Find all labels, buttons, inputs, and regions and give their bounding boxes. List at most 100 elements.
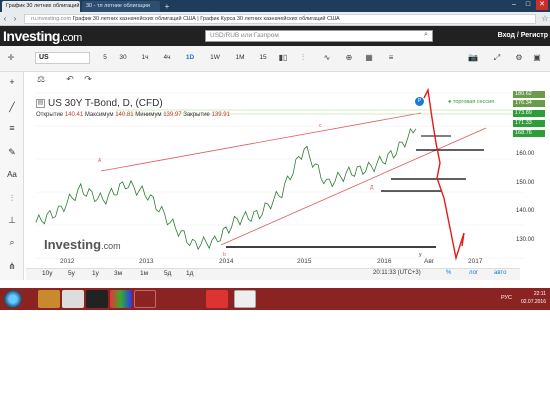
- app-icon[interactable]: [182, 290, 204, 308]
- y-tick: 130.00: [516, 237, 535, 243]
- minimize-icon[interactable]: –: [508, 0, 520, 10]
- chart-watermark: Investing.com: [44, 237, 121, 252]
- star-icon[interactable]: ☆: [540, 14, 550, 23]
- tab-inactive[interactable]: 30 - тл летние облигации: [82, 1, 160, 12]
- camera-icon[interactable]: 📷: [466, 51, 480, 65]
- percent-toggle[interactable]: %: [446, 270, 451, 276]
- tray-clock[interactable]: 22:11 02.07.2016: [521, 290, 546, 306]
- fullscreen-icon[interactable]: ⤢: [490, 51, 504, 65]
- price-badge: 173.89: [513, 110, 545, 117]
- text-tool-icon[interactable]: Aa: [4, 167, 20, 183]
- tab-label: 30 - тл летние облигации: [86, 3, 150, 9]
- hp-icon[interactable]: [134, 290, 156, 308]
- range-bar: 10у 5у 1у 3м 1м 5д 1д 20:11:33 (UTC+3) %…: [26, 268, 520, 280]
- compare-icon[interactable]: ⊕: [342, 51, 356, 65]
- wave-label: y: [419, 252, 422, 258]
- site-logo[interactable]: Investing.com: [0, 28, 82, 44]
- wave-label: Д: [370, 185, 374, 191]
- os-taskbar: РУС 22:11 02.07.2016: [0, 288, 550, 310]
- browser-window: График 30 летних облигаций 30 - тл летни…: [0, 0, 550, 310]
- price-badge: 168.76: [513, 130, 545, 137]
- zoom-icon[interactable]: ⌕: [4, 234, 20, 250]
- tab-label: График 30 летних облигаций: [6, 3, 80, 9]
- y-tick: 140.00: [516, 208, 535, 214]
- range-1y[interactable]: 1у: [92, 270, 99, 277]
- brush-tool-icon[interactable]: ✎: [4, 144, 20, 160]
- auto-toggle[interactable]: авто: [494, 270, 506, 276]
- price-badge: 176.34: [513, 100, 545, 107]
- y-tick: 160.00: [516, 151, 535, 157]
- forward-icon[interactable]: ›: [10, 14, 20, 23]
- crosshair-icon[interactable]: ✛: [4, 51, 18, 65]
- hline-tool-icon[interactable]: ≡: [4, 120, 20, 136]
- x-tick: 2017: [468, 258, 483, 265]
- app-icon[interactable]: [86, 290, 108, 308]
- fib-tool-icon[interactable]: ⫶: [4, 190, 20, 206]
- url-field[interactable]: ru.investing.com График 30 летних казнач…: [24, 13, 536, 24]
- templates-icon[interactable]: ▦: [362, 51, 376, 65]
- tf-1h[interactable]: 1ч: [138, 52, 152, 64]
- x-tick: 2012: [60, 258, 75, 265]
- range-1m[interactable]: 1м: [140, 270, 148, 277]
- url-title: График 30 летних казначейских облигаций …: [72, 15, 340, 22]
- maximize-icon[interactable]: □: [522, 0, 534, 10]
- price-series: [35, 127, 417, 251]
- alerts-icon[interactable]: ≡: [384, 51, 398, 65]
- app-icon[interactable]: [206, 290, 228, 308]
- save-icon[interactable]: ▣: [530, 51, 544, 65]
- line-tool-icon[interactable]: ╱: [4, 99, 20, 115]
- trend-line-lower: [220, 127, 487, 246]
- session-legend: ● торговая сессия: [448, 99, 495, 105]
- magnet-icon[interactable]: ⋔: [4, 258, 20, 274]
- ohlc-info: Открытие 140.41 Максимум 140.81 Минимум …: [36, 112, 230, 118]
- candles-icon[interactable]: ⫶: [296, 51, 310, 65]
- range-1d[interactable]: 1д: [186, 270, 193, 277]
- event-marker-icon[interactable]: P: [415, 97, 424, 106]
- symbol-input[interactable]: US: [35, 52, 90, 64]
- tf-5[interactable]: 5: [100, 52, 110, 64]
- back-icon[interactable]: ‹: [0, 14, 10, 23]
- forecast-path: [423, 88, 465, 261]
- explorer-icon[interactable]: [38, 290, 60, 308]
- range-10y[interactable]: 10у: [42, 270, 52, 277]
- redo-icon[interactable]: ↷: [82, 74, 94, 86]
- tf-4h[interactable]: 4ч: [160, 52, 174, 64]
- app-icon[interactable]: [62, 290, 84, 308]
- site-search-input[interactable]: USD/RUB или Газпром: [205, 30, 433, 42]
- start-icon[interactable]: [4, 290, 22, 308]
- login-link[interactable]: Вход / Регистр: [498, 32, 548, 39]
- app-icon[interactable]: [158, 290, 180, 308]
- chart-clock: 20:11:33 (UTC+3): [373, 270, 421, 276]
- app-icon[interactable]: [110, 290, 132, 308]
- new-tab-button[interactable]: +: [162, 2, 172, 12]
- tf-1w[interactable]: 1W: [207, 52, 223, 64]
- price-badge: 171.33: [513, 120, 545, 127]
- tray-language[interactable]: РУС: [501, 295, 512, 301]
- address-bar: ‹ › ru.investing.com График 30 летних ка…: [0, 12, 550, 26]
- range-5y[interactable]: 5у: [68, 270, 75, 277]
- tf-1m[interactable]: 1M: [232, 52, 248, 64]
- settings-icon[interactable]: ⚙: [512, 51, 526, 65]
- tf-15[interactable]: 15: [256, 52, 270, 64]
- scale-icon[interactable]: ⚖: [35, 74, 47, 86]
- chart-toolbar: ✛ US 5 30 1ч 4ч 1D 1W 1M 15 ▮▯ ⫶ ∿ ⊕ ▦ ≡…: [0, 46, 550, 72]
- range-3m[interactable]: 3м: [114, 270, 122, 277]
- x-tick: Авг: [424, 258, 435, 265]
- cursor-tool-icon[interactable]: +: [4, 74, 20, 90]
- indicators-icon[interactable]: ∿: [320, 51, 334, 65]
- tab-active[interactable]: График 30 летних облигаций: [2, 1, 80, 12]
- tf-1d[interactable]: 1D: [182, 52, 198, 64]
- undo-icon[interactable]: ↶: [64, 74, 76, 86]
- log-toggle[interactable]: лог: [469, 270, 478, 276]
- tf-30[interactable]: 30: [117, 52, 129, 64]
- close-icon[interactable]: ✕: [536, 0, 548, 10]
- window-controls: – □ ✕: [508, 0, 548, 10]
- yandex-browser-icon[interactable]: [234, 290, 256, 308]
- range-5d[interactable]: 5д: [164, 270, 171, 277]
- bar-style-icon[interactable]: ▮▯: [276, 51, 290, 65]
- measure-tool-icon[interactable]: ⊥: [4, 212, 20, 228]
- y-tick: 150.00: [516, 180, 535, 186]
- chart-settings-icon[interactable]: ▤: [36, 99, 45, 108]
- trend-line-upper: [100, 112, 422, 172]
- search-icon[interactable]: ⌕: [424, 31, 428, 39]
